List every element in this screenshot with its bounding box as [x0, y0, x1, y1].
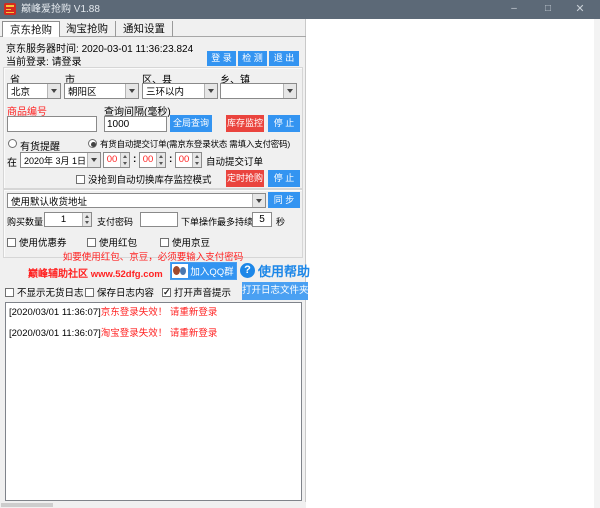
sync-address-button[interactable]: 同 步 — [268, 192, 300, 208]
radio-circle — [8, 139, 17, 148]
time-colon: : — [169, 154, 172, 165]
tab-jd-rush[interactable]: 京东抢购 — [2, 21, 60, 37]
chevron-down-icon — [204, 84, 217, 98]
checkbox-use-jingdou[interactable]: 使用京豆 — [160, 235, 210, 249]
hour-stepper[interactable]: 00 — [103, 152, 130, 168]
radio-auto-submit[interactable]: 有货自动提交订单(需京东登录状态 需填入支付密码) — [88, 138, 290, 150]
tab-bar: 京东抢购 淘宝抢购 通知设置 — [0, 21, 306, 37]
stop-query-button[interactable]: 停 止 — [268, 115, 300, 132]
sku-input[interactable] — [7, 116, 97, 132]
close-icon[interactable]: ✕ — [568, 0, 592, 19]
join-qq-button[interactable]: 加入QQ群 — [170, 262, 237, 280]
duration-label: 下单操作最多持续 — [181, 215, 253, 228]
checkbox-box — [5, 288, 14, 297]
schedule-at-label: 在 — [7, 154, 17, 169]
open-log-folder-button[interactable]: 打开日志文件夹 — [242, 282, 308, 300]
spin-down-icon[interactable] — [193, 160, 201, 167]
city-select[interactable]: 朝阳区 — [64, 83, 139, 99]
login-button[interactable]: 登 录 — [207, 51, 236, 66]
spin-down-icon[interactable] — [121, 160, 129, 167]
spin-up-icon[interactable] — [157, 153, 165, 160]
password-label: 支付密码 — [97, 215, 133, 228]
chevron-down-icon — [125, 84, 138, 98]
window-title: 巅峰爱抢购 V1.88 — [21, 0, 100, 19]
checkbox-box — [85, 288, 94, 297]
check-button[interactable]: 检 测 — [238, 51, 267, 66]
checkbox-hide-empty-log[interactable]: 不显示无货日志 — [5, 285, 84, 299]
log-entry: [2020/03/01 11:36:07]淘宝登录失效！ 请重新登录 — [9, 328, 298, 340]
interval-input[interactable] — [104, 116, 167, 132]
current-login-line: 当前登录: 请登录 — [6, 53, 82, 68]
maximize-icon[interactable]: □ — [536, 0, 560, 19]
exit-button[interactable]: 退 出 — [269, 51, 299, 66]
log-entry: [2020/03/01 11:36:07]京东登录失效！ 请重新登录 — [9, 307, 298, 319]
stock-monitor-button[interactable]: 库存监控 — [226, 115, 264, 132]
window-right-edge — [594, 19, 600, 508]
address-select[interactable]: 使用默认收货地址 — [7, 193, 266, 208]
checkbox-box — [160, 238, 169, 247]
seconds-label: 秒 — [276, 215, 285, 228]
quantity-label: 购买数量 — [7, 215, 43, 228]
checkbox-use-redpacket[interactable]: 使用红包 — [87, 235, 137, 249]
minute-stepper[interactable]: 00 — [139, 152, 166, 168]
tab-notify-settings[interactable]: 通知设置 — [116, 21, 173, 37]
question-icon[interactable]: ? — [240, 263, 255, 278]
checkbox-box — [87, 238, 96, 247]
qq-icon — [172, 264, 188, 278]
timed-rush-button[interactable]: 定时抢购 — [226, 170, 264, 187]
chevron-down-icon — [87, 153, 100, 167]
checkbox-box — [162, 288, 171, 297]
minimize-icon[interactable]: – — [502, 0, 526, 19]
community-url: www.52dfg.com — [91, 269, 163, 280]
horizontal-scrollbar[interactable] — [0, 502, 306, 508]
town-select[interactable] — [220, 83, 297, 99]
checkbox-use-coupon[interactable]: 使用优惠券 — [7, 235, 67, 249]
community-name: 巅峰辅助社区 — [28, 269, 88, 280]
checkbox-sound-alert[interactable]: 打开声音提示 — [162, 285, 231, 299]
duration-input[interactable] — [252, 212, 272, 227]
radio-stock-remind[interactable]: 有货提醒 — [8, 138, 60, 153]
chevron-down-icon — [252, 194, 265, 207]
radio-circle — [88, 139, 97, 148]
district-select[interactable]: 三环以内 — [142, 83, 218, 99]
checkbox-box — [76, 175, 85, 184]
log-output[interactable]: [2020/03/01 11:36:07]京东登录失效！ 请重新登录 [2020… — [5, 302, 302, 501]
help-link[interactable]: 使用帮助 — [258, 261, 310, 280]
scrollbar-thumb[interactable] — [1, 503, 53, 507]
title-bar: 巅峰爱抢购 V1.88 – □ ✕ — [0, 0, 600, 19]
date-select[interactable]: 2020年 3月 1日 — [20, 152, 101, 168]
spin-down-icon[interactable] — [83, 220, 91, 227]
checkbox-box — [7, 238, 16, 247]
checkbox-save-log[interactable]: 保存日志内容 — [85, 285, 154, 299]
community-link[interactable]: 巅峰辅助社区 www.52dfg.com — [28, 265, 163, 280]
pay-password-input[interactable] — [140, 212, 178, 227]
auto-submit-suffix-label: 自动提交订单 — [206, 154, 263, 168]
spin-down-icon[interactable] — [157, 160, 165, 167]
app-window: 巅峰爱抢购 V1.88 – □ ✕ 京东抢购 淘宝抢购 通知设置 京东服务器时间… — [0, 0, 600, 508]
empty-page-area — [306, 19, 594, 508]
chevron-down-icon — [47, 84, 60, 98]
second-stepper[interactable]: 00 — [175, 152, 202, 168]
server-time-value: 2020-03-01 11:36:23.824 — [82, 44, 194, 55]
time-colon: : — [133, 154, 136, 165]
spin-up-icon[interactable] — [193, 153, 201, 160]
quantity-stepper[interactable]: 1 — [44, 212, 92, 227]
global-query-button[interactable]: 全局查询 — [170, 115, 212, 132]
app-icon — [4, 3, 16, 15]
checkbox-fallback-monitor[interactable]: 没抢到自动切换库存监控模式 — [76, 172, 212, 186]
chevron-down-icon — [283, 84, 296, 98]
stop-timed-button[interactable]: 停 止 — [268, 170, 300, 187]
spin-up-icon[interactable] — [121, 153, 129, 160]
tab-taobao-rush[interactable]: 淘宝抢购 — [59, 21, 116, 37]
province-select[interactable]: 北京 — [7, 83, 61, 99]
